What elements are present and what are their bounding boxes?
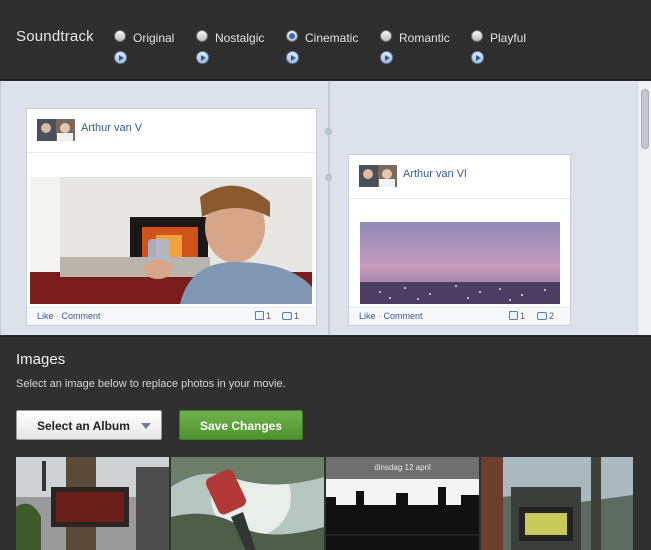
post-footer: Like · Comment 1 2	[349, 307, 570, 325]
post-photo[interactable]	[30, 177, 312, 304]
soundtrack-option-playful[interactable]: Playful	[471, 28, 551, 68]
like-count: 1	[255, 311, 271, 321]
like-count-value: 1	[266, 311, 272, 321]
like-link[interactable]: Like	[37, 311, 54, 321]
soundtrack-option-original[interactable]: Original	[114, 28, 204, 68]
comment-bubble-icon	[282, 312, 292, 320]
option-label-playful[interactable]: Playful	[490, 31, 526, 45]
timeline-spine	[328, 81, 330, 335]
post-photo[interactable]	[360, 222, 560, 304]
post-author[interactable]: Arthur van Vl	[403, 168, 467, 180]
thumbnail-caption: dinsdag 12 april	[374, 463, 431, 472]
album-select-label[interactable]: Select an Album	[37, 419, 130, 433]
radio-original[interactable]	[114, 30, 126, 42]
action-separator: ·	[378, 311, 382, 321]
radio-romantic[interactable]	[380, 30, 392, 42]
comment-count: 1	[282, 311, 299, 321]
images-instructions: Select an image below to replace photos …	[16, 378, 286, 390]
like-link[interactable]: Like	[359, 311, 376, 321]
save-changes-button[interactable]: Save Changes	[179, 410, 303, 440]
images-panel: Images Select an image below to replace …	[0, 336, 651, 550]
radio-playful[interactable]	[471, 30, 483, 42]
thumbnail-tree-canopy[interactable]	[171, 457, 324, 550]
like-count-value: 1	[520, 311, 526, 321]
thumbs-up-icon	[255, 311, 264, 320]
timeline-post: Arthur van V Like · Comment 1 1	[26, 108, 317, 326]
movie-editor: Soundtrack Original Nostalgic Cinematic …	[0, 0, 651, 550]
thumbnail-theater-sign[interactable]	[16, 457, 169, 550]
soundtrack-bar: Soundtrack Original Nostalgic Cinematic …	[0, 0, 651, 80]
option-label-original[interactable]: Original	[133, 31, 174, 45]
play-icon[interactable]	[471, 51, 484, 64]
option-label-cinematic[interactable]: Cinematic	[305, 31, 358, 45]
scrollbar-thumb[interactable]	[641, 89, 649, 149]
post-header: Arthur van V	[27, 109, 316, 153]
post-actions: Like · Comment	[37, 311, 101, 321]
avatar[interactable]	[359, 165, 397, 187]
action-separator: ·	[56, 311, 60, 321]
chevron-down-icon[interactable]	[141, 423, 151, 429]
post-header: Arthur van Vl	[349, 155, 570, 199]
timeline-scrollbar[interactable]	[637, 81, 651, 335]
comment-link[interactable]: Comment	[384, 311, 423, 321]
post-author[interactable]: Arthur van V	[81, 122, 142, 134]
album-select[interactable]: Select an Album	[16, 410, 162, 440]
comment-bubble-icon	[537, 312, 547, 320]
radio-cinematic[interactable]	[286, 30, 298, 42]
timeline-dot	[325, 128, 332, 135]
option-label-nostalgic[interactable]: Nostalgic	[215, 31, 264, 45]
thumbs-up-icon	[509, 311, 518, 320]
thumbnail-street-clock[interactable]	[481, 457, 633, 550]
save-changes-label[interactable]: Save Changes	[180, 419, 302, 433]
timeline-dot	[325, 174, 332, 181]
option-label-romantic[interactable]: Romantic	[399, 31, 450, 45]
like-count: 1	[509, 311, 525, 321]
soundtrack-title: Soundtrack	[16, 28, 94, 45]
soundtrack-option-cinematic[interactable]: Cinematic	[286, 28, 376, 68]
image-thumbnails: dinsdag 12 april	[16, 457, 633, 550]
comment-link[interactable]: Comment	[62, 311, 101, 321]
avatar[interactable]	[37, 119, 75, 141]
timeline-area: Arthur van V Like · Comment 1 1 Arthur v…	[0, 81, 651, 335]
images-title: Images	[16, 351, 66, 368]
comment-count-value: 2	[549, 311, 555, 321]
comment-count-value: 1	[294, 311, 300, 321]
thumbnail-city-skyline[interactable]: dinsdag 12 april	[326, 457, 479, 550]
soundtrack-option-romantic[interactable]: Romantic	[380, 28, 470, 68]
play-icon[interactable]	[114, 51, 127, 64]
play-icon[interactable]	[196, 51, 209, 64]
post-footer: Like · Comment 1 1	[27, 307, 316, 325]
radio-nostalgic[interactable]	[196, 30, 208, 42]
timeline-post: Arthur van Vl Like · Comment 1 2	[348, 154, 571, 326]
comment-count: 2	[537, 311, 554, 321]
play-icon[interactable]	[380, 51, 393, 64]
play-icon[interactable]	[286, 51, 299, 64]
soundtrack-option-nostalgic[interactable]: Nostalgic	[196, 28, 286, 68]
post-actions: Like · Comment	[359, 311, 423, 321]
